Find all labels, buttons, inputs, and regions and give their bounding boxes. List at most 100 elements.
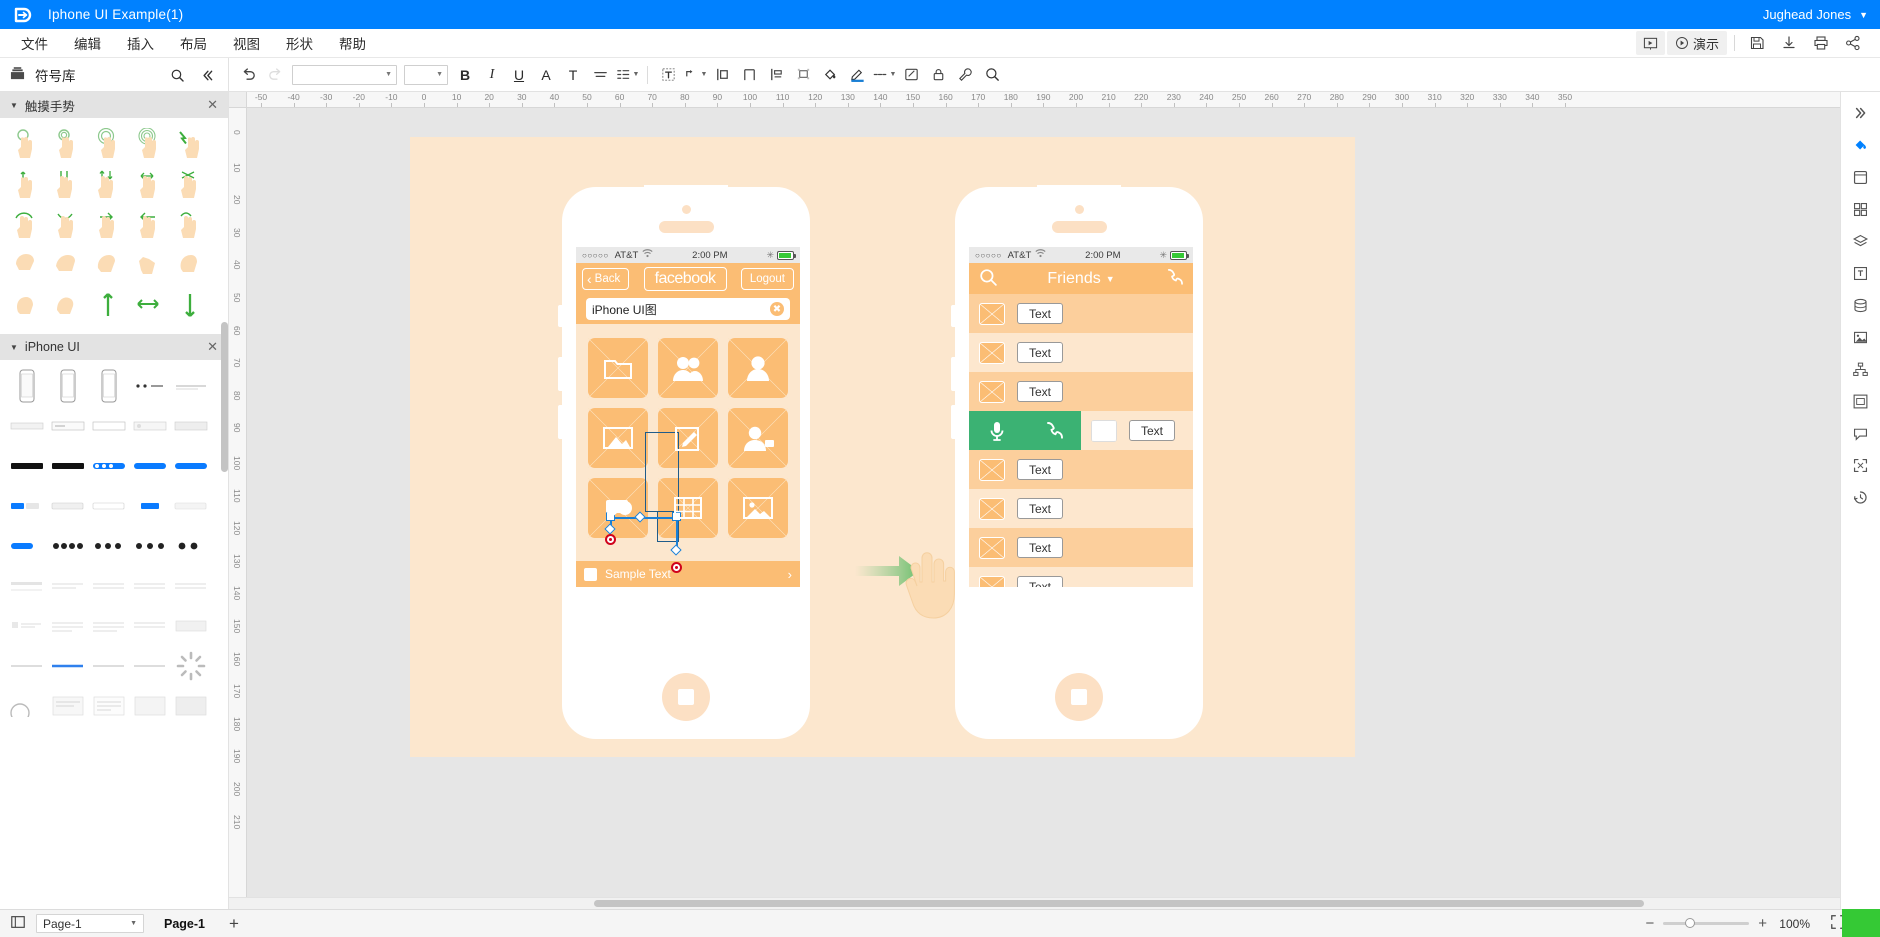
shape-thumb[interactable]	[129, 606, 170, 646]
library-group-touch-gestures[interactable]: ▼ 触摸手势 ✕	[0, 92, 228, 118]
shape-thumb[interactable]	[170, 366, 211, 406]
bold-button[interactable]: B	[452, 62, 478, 88]
shape-thumb[interactable]	[47, 406, 88, 446]
library-group-iphone-ui[interactable]: ▼ iPhone UI ✕	[0, 334, 228, 360]
text-box-icon[interactable]	[655, 62, 681, 88]
connector-endpoint[interactable]	[605, 534, 616, 545]
shape-thumb[interactable]	[88, 124, 129, 164]
shape-thumb[interactable]	[47, 204, 88, 244]
shape-thumb[interactable]	[129, 646, 170, 686]
rail-container[interactable]	[1845, 386, 1877, 416]
shape-thumb[interactable]	[47, 366, 88, 406]
menu-insert[interactable]: 插入	[114, 29, 167, 57]
shape-thumb[interactable]	[88, 284, 129, 324]
add-page-button[interactable]: +	[225, 915, 243, 932]
redo-icon[interactable]	[262, 62, 288, 88]
font-family-select[interactable]: ▼	[292, 64, 397, 85]
shape-thumb[interactable]	[47, 606, 88, 646]
clear-circle-icon[interactable]: ✖	[770, 302, 784, 316]
align-icon[interactable]	[587, 62, 613, 88]
shape-thumb[interactable]	[88, 204, 129, 244]
shape-thumb[interactable]	[47, 526, 88, 566]
menu-help[interactable]: 帮助	[326, 29, 379, 57]
shape-thumb[interactable]	[6, 446, 47, 486]
zoom-slider[interactable]	[1663, 918, 1750, 928]
shape-thumb[interactable]	[6, 366, 47, 406]
shape-thumb[interactable]	[88, 406, 129, 446]
shape-thumb[interactable]	[170, 124, 211, 164]
menu-shape[interactable]: 形状	[273, 29, 326, 57]
shape-thumb[interactable]	[47, 566, 88, 606]
shape-thumb[interactable]	[88, 566, 129, 606]
list-item[interactable]: Text	[969, 294, 1193, 333]
phone-home-button[interactable]	[1055, 673, 1103, 721]
shape-thumb[interactable]	[6, 606, 47, 646]
rail-fill-style[interactable]	[1845, 130, 1877, 160]
shape-thumb[interactable]	[6, 566, 47, 606]
shape-thumb[interactable]	[6, 526, 47, 566]
shape-thumb[interactable]	[170, 244, 211, 284]
phone2-title-group[interactable]: Friends ▼	[1047, 270, 1114, 288]
rail-text-tools[interactable]	[1845, 258, 1877, 288]
slideshow-icon[interactable]	[1635, 31, 1665, 55]
collapse-right-icon[interactable]	[1845, 98, 1877, 128]
underline-button[interactable]: U	[506, 62, 532, 88]
list-item-swiped[interactable]: Text	[969, 411, 1193, 450]
tile-person[interactable]	[728, 338, 788, 398]
shape-thumb[interactable]	[170, 164, 211, 204]
shape-thumb[interactable]	[88, 446, 129, 486]
shape-thumb[interactable]	[6, 204, 47, 244]
tools-icon[interactable]	[952, 62, 978, 88]
shape-thumb[interactable]	[129, 366, 170, 406]
comment-icon[interactable]	[898, 62, 924, 88]
shape-thumb[interactable]	[6, 486, 47, 526]
group-icon[interactable]	[790, 62, 816, 88]
list-item[interactable]: Text	[969, 450, 1193, 489]
tile-folder[interactable]	[588, 338, 648, 398]
shape-thumb[interactable]	[88, 366, 129, 406]
line-spacing-icon[interactable]: ▼	[614, 62, 640, 88]
shape-thumb[interactable]	[129, 164, 170, 204]
menu-layout[interactable]: 布局	[167, 29, 220, 57]
font-color-button[interactable]: A	[533, 62, 559, 88]
share-icon[interactable]	[1838, 31, 1868, 55]
position-icon[interactable]	[763, 62, 789, 88]
search-input[interactable]: iPhone UI图 ✖	[586, 298, 790, 320]
list-item[interactable]: Text	[969, 567, 1193, 587]
shape-thumb[interactable]	[6, 124, 47, 164]
checkbox-icon[interactable]	[584, 567, 597, 581]
shape-thumb[interactable]	[88, 646, 129, 686]
phone-mockup-facebook[interactable]: ○○○○○ AT&T 2:00 PM ✳ ‹ Back facebook Log…	[558, 185, 810, 739]
zoom-out-button[interactable]: −	[1645, 916, 1654, 931]
shape-thumb[interactable]	[6, 164, 47, 204]
shape-thumb[interactable]	[6, 646, 47, 686]
tile-photo[interactable]	[588, 408, 648, 468]
shape-thumb[interactable]	[47, 124, 88, 164]
mic-icon[interactable]	[969, 411, 1025, 450]
present-button[interactable]: 演示	[1666, 31, 1727, 55]
shape-thumb[interactable]	[129, 204, 170, 244]
print-icon[interactable]	[1806, 31, 1836, 55]
connector-icon[interactable]: ▼	[682, 62, 708, 88]
list-item[interactable]: Text	[969, 333, 1193, 372]
rail-layers[interactable]	[1845, 226, 1877, 256]
download-icon[interactable]	[1774, 31, 1804, 55]
tile-chat[interactable]	[588, 478, 648, 538]
shape-thumb[interactable]	[6, 406, 47, 446]
chevron-down-icon[interactable]: ▼	[1859, 10, 1868, 20]
rail-expand[interactable]	[1845, 450, 1877, 480]
tile-gallery[interactable]	[728, 478, 788, 538]
shape-thumb[interactable]	[47, 446, 88, 486]
zoom-slider-knob[interactable]	[1685, 918, 1696, 928]
shape-thumb[interactable]	[88, 164, 129, 204]
shape-thumb[interactable]	[170, 446, 211, 486]
zoom-in-button[interactable]: +	[1758, 916, 1767, 931]
diagram-page[interactable]: ○○○○○ AT&T 2:00 PM ✳ ‹ Back facebook Log…	[410, 137, 1355, 757]
page-list-icon[interactable]	[10, 914, 26, 933]
shape-thumb[interactable]	[170, 204, 211, 244]
scrollbar-thumb[interactable]	[594, 900, 1644, 907]
phone2-screen[interactable]: ○○○○○ AT&T 2:00 PM ✳ Friends ▼ Text Text…	[969, 247, 1193, 587]
shape-thumb[interactable]	[129, 526, 170, 566]
phone-mockup-friends[interactable]: ○○○○○ AT&T 2:00 PM ✳ Friends ▼ Text Text…	[951, 185, 1203, 739]
list-item[interactable]: Text	[969, 489, 1193, 528]
